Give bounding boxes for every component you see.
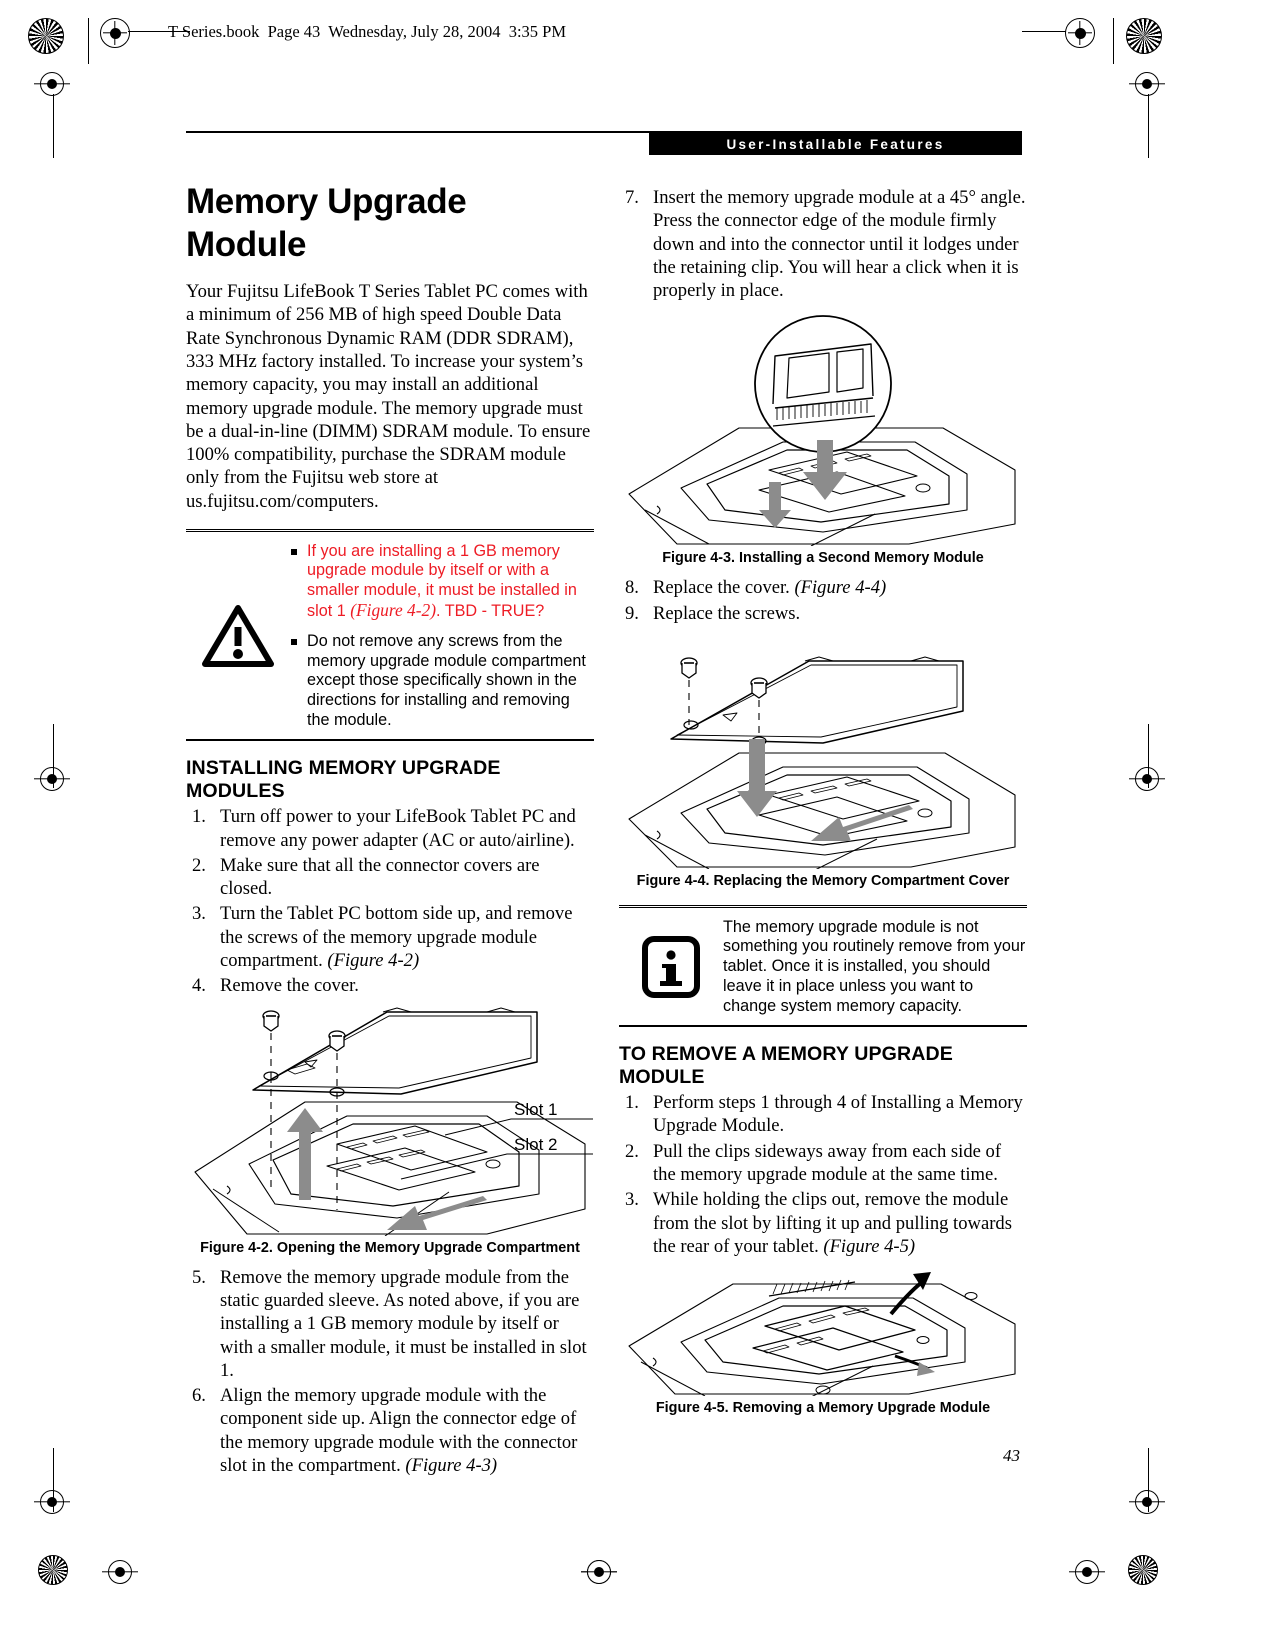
- warning-bullet-1-figref: (Figure 4-2): [350, 599, 437, 620]
- install-step-6-figref: (Figure 4-3): [405, 1454, 498, 1476]
- figure-4-2-label-slot1: Slot 1: [514, 1099, 558, 1119]
- warning-bullet-1: If you are installing a 1 GB memory upgr…: [290, 542, 594, 622]
- install-step-8-figref: (Figure 4-4): [794, 577, 887, 599]
- install-step-6-number: 6.: [192, 1385, 206, 1407]
- remove-step-1: 1. Perform steps 1 through 4 of Installin…: [619, 1091, 1027, 1138]
- install-step-6-text: Align the memory upgrade module with the…: [220, 1385, 578, 1476]
- warning-bullet-2: Do not remove any screws from the memory…: [290, 632, 594, 731]
- figure-4-2-caption: Figure 4-2. Opening the Memory Upgrade C…: [200, 1239, 580, 1256]
- install-step-5-number: 5.: [192, 1266, 206, 1288]
- install-step-3: 3. Turn the Tablet PC bottom side up, and…: [186, 902, 594, 972]
- install-step-4-text: Remove the cover.: [220, 975, 359, 997]
- warning-callout: If you are installing a 1 GB memory upgr…: [186, 529, 594, 742]
- screw-icon-3: [680, 657, 698, 679]
- info-callout: The memory upgrade module is not somethi…: [619, 905, 1027, 1028]
- remove-step-1-number: 1.: [625, 1092, 639, 1114]
- screw-icon-1: [262, 1009, 280, 1032]
- install-step-1-number: 1.: [192, 806, 206, 828]
- install-step-list-part4: 8. Replace the cover. (Figure 4-4) 9. Repl…: [619, 576, 1027, 625]
- page-content: User-Installable Features Memory Upgrade…: [0, 0, 1263, 1650]
- figure-4-2-label-slot2: Slot 2: [514, 1134, 558, 1154]
- figure-4-3: [619, 312, 1027, 547]
- heading-remove-module: TO REMOVE A MEMORY UPGRADE MODULE: [619, 1043, 953, 1089]
- remove-step-3: 3. While holding the clips out, remove th…: [619, 1188, 1027, 1258]
- install-step-7-text: Insert the memory upgrade module at a 45…: [653, 187, 1026, 302]
- arrow-down-gray-3: [737, 739, 777, 818]
- install-step-list-part2: 5. Remove the memory upgrade module from …: [186, 1266, 594, 1478]
- install-step-8-number: 8.: [625, 577, 639, 599]
- warning-triangle-icon: [186, 542, 290, 731]
- remove-step-3-figref: (Figure 4-5): [823, 1235, 916, 1257]
- install-step-4-number: 4.: [192, 975, 206, 997]
- page-title: Memory Upgrade Module: [186, 182, 467, 265]
- install-step-2-text: Make sure that all the connector covers …: [220, 854, 540, 900]
- callout-rule-bottom: [186, 738, 594, 742]
- install-step-4: 4. Remove the cover.: [186, 974, 594, 997]
- arrow-up-gray: [287, 1107, 323, 1200]
- page-number: 43: [1003, 1446, 1020, 1465]
- install-step-7: 7. Insert the memory upgrade module at a …: [619, 186, 1027, 302]
- remove-step-3-number: 3.: [625, 1189, 639, 1211]
- install-step-5-text: Remove the memory upgrade module from th…: [220, 1266, 587, 1381]
- warning-bullet-1-c: . TBD - TRUE?: [436, 601, 545, 620]
- install-step-1-text: Turn off power to your LifeBook Tablet P…: [220, 806, 576, 851]
- install-step-9-number: 9.: [625, 602, 639, 624]
- install-step-list-part3: 7. Insert the memory upgrade module at a …: [619, 186, 1027, 302]
- install-step-1: 1. Turn off power to your LifeBook Tablet…: [186, 805, 594, 852]
- warning-text: If you are installing a 1 GB memory upgr…: [290, 542, 594, 731]
- install-step-3-figref: (Figure 4-2): [327, 950, 420, 972]
- figure-4-3-caption: Figure 4-3. Installing a Second Memory M…: [662, 550, 984, 567]
- figure-4-5: [619, 1270, 1027, 1397]
- install-step-9-text: Replace the screws.: [653, 602, 801, 624]
- arrow-diagonal-gray: [387, 1195, 487, 1230]
- info-note-text: The memory upgrade module is not somethi…: [723, 917, 1026, 1015]
- install-step-7-number: 7.: [625, 187, 639, 208]
- heading-installing-modules: INSTALLING MEMORY UPGRADE MODULES: [186, 757, 501, 803]
- figure-4-5-caption: Figure 4-5. Removing a Memory Upgrade Mo…: [655, 1400, 991, 1417]
- install-step-8-text: Replace the cover.: [653, 577, 795, 599]
- note-rule-bottom: [619, 1024, 1027, 1028]
- intro-paragraph: Your Fujitsu LifeBook T Series Tablet PC…: [186, 281, 591, 512]
- install-step-6: 6. Align the memory upgrade module with t…: [186, 1384, 594, 1477]
- install-step-9: 9. Replace the screws.: [619, 602, 1027, 625]
- figure-4-4: [619, 633, 1027, 870]
- install-step-5: 5. Remove the memory upgrade module from …: [186, 1266, 594, 1382]
- install-step-8: 8. Replace the cover. (Figure 4-4): [619, 576, 1027, 599]
- info-icon: [619, 918, 723, 1017]
- install-step-list-part1: 1. Turn off power to your LifeBook Tablet…: [186, 805, 594, 997]
- printed-page: T Series.book Page 43 Wednesday, July 28…: [0, 0, 1263, 1650]
- install-step-2-number: 2.: [192, 854, 206, 876]
- install-step-3-number: 3.: [192, 903, 206, 925]
- warning-bullet-list: If you are installing a 1 GB memory upgr…: [290, 542, 594, 731]
- figure-4-2: Slot 1 Slot 2: [186, 1004, 594, 1236]
- remove-step-list: 1. Perform steps 1 through 4 of Installin…: [619, 1091, 1027, 1258]
- remove-step-2: 2. Pull the clips sideways away from each…: [619, 1140, 1027, 1187]
- left-column: Memory Upgrade Module Your Fujitsu LifeB…: [186, 180, 594, 1479]
- remove-step-2-text: Pull the clips sideways away from each s…: [653, 1140, 1002, 1185]
- right-column: 7. Insert the memory upgrade module at a …: [619, 186, 1027, 1426]
- remove-step-1-text: Perform steps 1 through 4 of Installing …: [653, 1092, 1023, 1137]
- running-head: User-Installable Features: [649, 133, 1022, 155]
- remove-step-2-number: 2.: [625, 1140, 639, 1162]
- install-step-2: 2. Make sure that all the connector cover…: [186, 854, 594, 901]
- figure-4-4-caption: Figure 4-4. Replacing the Memory Compart…: [636, 873, 1010, 890]
